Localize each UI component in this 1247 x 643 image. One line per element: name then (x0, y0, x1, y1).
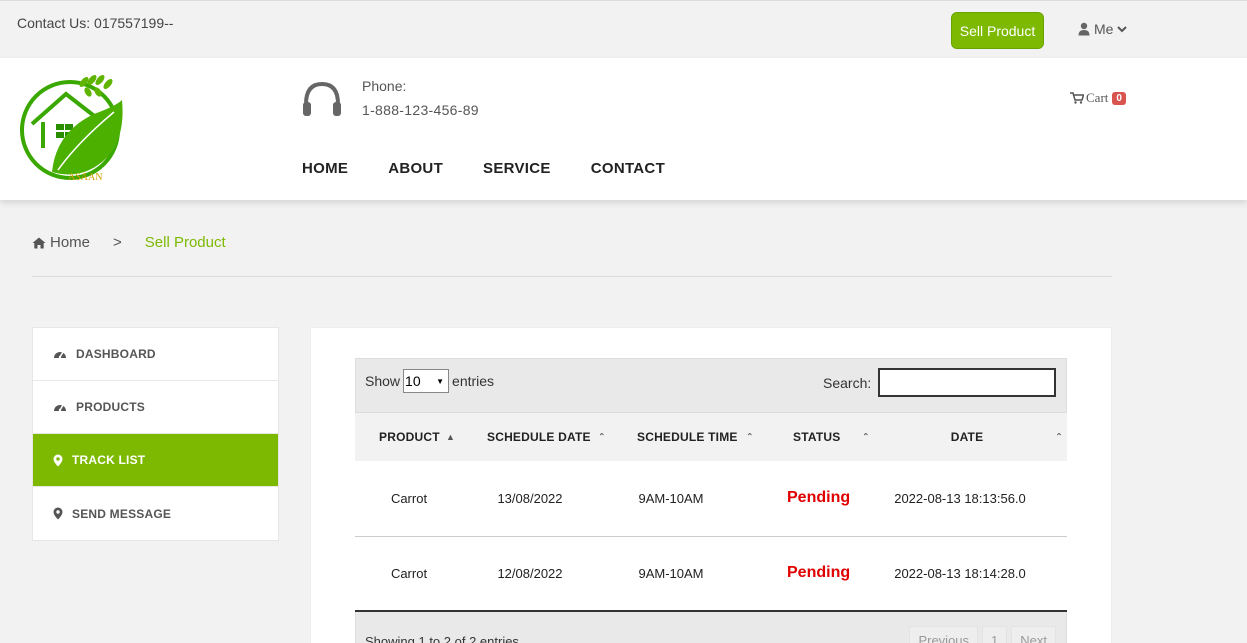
column-header-label: SCHEDULE TIME (637, 430, 738, 444)
column-header-date[interactable]: DATE ⌃ (877, 413, 1067, 461)
cell-schedule-time: 9AM-10AM (638, 565, 704, 581)
caret-down-icon: ▼ (436, 376, 445, 386)
cell-schedule-date: 12/08/2022 (497, 565, 563, 581)
phone-label: Phone: (362, 78, 407, 94)
breadcrumb-home-label: Home (50, 234, 91, 251)
logo-text: ASAAN (68, 172, 102, 183)
dashboard-icon (54, 351, 66, 359)
user-menu[interactable]: Me (1078, 21, 1128, 37)
breadcrumb-separator: > (113, 234, 122, 251)
cell-schedule-date: 13/08/2022 (497, 490, 563, 506)
user-menu-label: Me (1094, 21, 1114, 37)
show-label: Show (365, 373, 401, 389)
cell-status: Pending (787, 489, 851, 507)
table-footer: Showing 1 to 2 of 2 entries Previous 1 N… (355, 612, 1067, 643)
sell-product-button[interactable]: Sell Product (951, 12, 1044, 49)
phone-number: 1-888-123-456-89 (362, 102, 479, 118)
cart-link[interactable]: Cart 0 (1070, 90, 1126, 106)
column-header-label: DATE (950, 430, 984, 444)
sidebar-item-label: DASHBOARD (76, 347, 156, 361)
top-bar: Contact Us: 017557199-- Sell Product Me (0, 0, 1247, 58)
site-logo[interactable]: ASAAN (18, 72, 126, 184)
column-header-product[interactable]: PRODUCT ▲ (355, 413, 487, 461)
nav-about[interactable]: ABOUT (388, 160, 443, 177)
cell-date: 2022-08-13 18:13:56.0 (894, 490, 1026, 506)
table-row: Carrot 13/08/2022 9AM-10AM Pending 2022-… (355, 461, 1067, 536)
cell-date: 2022-08-13 18:14:28.0 (894, 565, 1026, 581)
sort-icon: ⌃ (1055, 431, 1063, 442)
search-input[interactable] (878, 368, 1057, 397)
breadcrumb-current: Sell Product (144, 234, 226, 251)
cell-status: Pending (787, 564, 851, 582)
page-1-button[interactable]: 1 (982, 626, 1008, 643)
cell-product: Carrot (390, 565, 428, 581)
table-search: Search: (823, 368, 1057, 397)
column-header-label: STATUS (793, 430, 841, 444)
cell-schedule-time: 9AM-10AM (638, 490, 704, 506)
nav-contact[interactable]: CONTACT (591, 160, 665, 177)
entries-length: Show 10 ▼ entries (365, 369, 494, 393)
user-icon (1078, 22, 1090, 36)
previous-button[interactable]: Previous (909, 626, 979, 643)
nav-service[interactable]: SERVICE (483, 160, 551, 177)
map-marker-icon (53, 454, 63, 466)
next-button[interactable]: Next (1011, 626, 1056, 643)
sort-icon: ⌃ (598, 431, 606, 442)
sidebar: DASHBOARD PRODUCTS TRACK LIST SEND MESSA… (32, 327, 279, 541)
cart-icon (1070, 92, 1084, 104)
sidebar-item-dashboard[interactable]: DASHBOARD (33, 328, 278, 381)
sidebar-item-products[interactable]: PRODUCTS (33, 381, 278, 434)
cart-count-badge: 0 (1112, 91, 1126, 105)
cell-product: Carrot (390, 490, 428, 506)
column-header-label: SCHEDULE DATE (487, 430, 591, 444)
entries-select-value: 10 (405, 373, 421, 389)
home-icon (32, 237, 46, 248)
breadcrumb-home[interactable]: Home (32, 234, 90, 251)
pagination: Previous 1 Next (909, 626, 1056, 643)
sidebar-item-track-list[interactable]: TRACK LIST (33, 434, 278, 487)
entries-select[interactable]: 10 ▼ (403, 369, 450, 393)
track-list-table-wrapper: Show 10 ▼ entries Search: PRODUCT ▲ SCHE… (355, 358, 1067, 643)
search-label: Search: (823, 374, 872, 391)
breadcrumb: Home > Sell Product (32, 234, 226, 251)
sidebar-item-label: TRACK LIST (72, 453, 146, 467)
sidebar-item-label: SEND MESSAGE (72, 506, 172, 521)
column-header-schedule-time[interactable]: SCHEDULE TIME ⌃ (637, 413, 787, 461)
column-header-schedule-date[interactable]: SCHEDULE DATE ⌃ (487, 413, 637, 461)
sort-asc-icon: ▲ (446, 432, 456, 442)
dashboard-icon (54, 404, 66, 412)
nav-home[interactable]: HOME (302, 160, 348, 177)
site-header: ASAAN Phone: 1-888-123-456-89 HOME ABOUT… (0, 58, 1247, 200)
sidebar-item-send-message[interactable]: SEND MESSAGE (33, 487, 278, 540)
cart-label: Cart (1086, 90, 1109, 105)
sort-icon: ⌃ (862, 431, 870, 442)
headphones-icon (303, 81, 341, 116)
sidebar-item-label: PRODUCTS (76, 400, 145, 414)
entries-label: entries (452, 373, 495, 389)
main-nav: HOME ABOUT SERVICE CONTACT (302, 160, 665, 177)
table-row: Carrot 12/08/2022 9AM-10AM Pending 2022-… (355, 536, 1067, 611)
sort-icon: ⌃ (746, 431, 754, 442)
table-info: Showing 1 to 2 of 2 entries (365, 634, 519, 643)
divider (32, 276, 1112, 277)
column-header-label: PRODUCT (379, 430, 440, 444)
map-marker-icon (53, 507, 63, 520)
content-panel: Show 10 ▼ entries Search: PRODUCT ▲ SCHE… (310, 327, 1112, 643)
column-header-status[interactable]: STATUS ⌃ (787, 413, 877, 461)
track-list-table: PRODUCT ▲ SCHEDULE DATE ⌃ SCHEDULE TIME … (355, 413, 1067, 612)
contact-info: Contact Us: 017557199-- (17, 15, 174, 31)
table-header-row: PRODUCT ▲ SCHEDULE DATE ⌃ SCHEDULE TIME … (355, 413, 1067, 461)
table-controls: Show 10 ▼ entries Search: (355, 358, 1067, 413)
chevron-down-icon (1117, 26, 1128, 33)
